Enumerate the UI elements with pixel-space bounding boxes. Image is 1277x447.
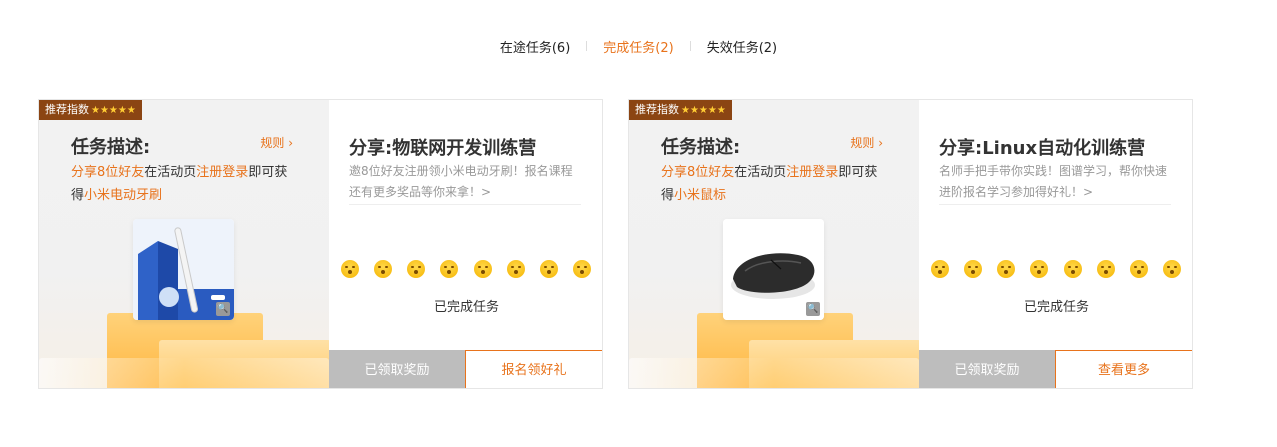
task-panel: 推荐指数 ★★★★★ 任务描述: 规则 › 分享8位好友在活动页注册登录即可获得小… xyxy=(629,100,919,388)
product-image[interactable]: 🔍 xyxy=(723,219,824,320)
rules-link[interactable]: 规则 › xyxy=(260,134,293,151)
task-card-linux: 推荐指数 ★★★★★ 任务描述: 规则 › 分享8位好友在活动页注册登录即可获得小… xyxy=(628,99,1193,389)
star-rating-icon: ★★★★★ xyxy=(91,105,136,116)
reward-claimed-button: 已领取奖励 xyxy=(329,350,465,388)
desc-highlight: 注册登录 xyxy=(786,165,839,180)
task-title: 任务描述: xyxy=(71,137,151,158)
share-panel: 分享:物联网开发训练营 邀8位好友注册领小米电动牙刷！报名课程还有更多奖品等你来… xyxy=(329,100,602,388)
emoji-face-icon xyxy=(1162,260,1181,278)
invited-friends-row xyxy=(341,260,591,278)
emoji-face-icon xyxy=(572,260,591,278)
share-panel: 分享:Linux自动化训练营 名师手把手带你实践！图谱学习，帮你快速进阶报名学习… xyxy=(919,100,1192,388)
view-more-button[interactable]: 查看更多 xyxy=(1055,350,1192,388)
desc-highlight: 分享8位好友 xyxy=(71,165,145,180)
reward-name: 小米鼠标 xyxy=(674,188,727,203)
task-description: 分享8位好友在活动页注册登录即可获得小米鼠标 xyxy=(661,161,886,207)
task-title: 任务描述: xyxy=(661,137,741,158)
emoji-face-icon xyxy=(997,260,1016,278)
emoji-face-icon xyxy=(440,260,459,278)
task-tabs: 在途任务(6) 完成任务(2) 失效任务(2) xyxy=(0,36,1277,56)
emoji-face-icon xyxy=(506,260,525,278)
tab-in-progress[interactable]: 在途任务(6) xyxy=(500,37,570,56)
desc-text: 在活动页 xyxy=(144,165,197,180)
desc-highlight: 分享8位好友 xyxy=(661,165,735,180)
emoji-face-icon xyxy=(964,260,983,278)
signup-gift-button[interactable]: 报名领好礼 xyxy=(465,350,602,388)
recommend-badge: 推荐指数 ★★★★★ xyxy=(39,100,142,120)
recommend-badge: 推荐指数 ★★★★★ xyxy=(629,100,732,120)
star-rating-icon: ★★★★★ xyxy=(681,105,726,116)
task-status: 已完成任务 xyxy=(433,300,499,315)
desc-text: 在活动页 xyxy=(734,165,787,180)
zoom-icon[interactable]: 🔍 xyxy=(216,302,230,316)
rules-link[interactable]: 规则 › xyxy=(850,134,883,151)
product-image[interactable]: 🔍 xyxy=(133,219,234,320)
emoji-face-icon xyxy=(931,260,949,278)
emoji-face-icon xyxy=(407,260,426,278)
podium-glow xyxy=(39,358,329,388)
task-status: 已完成任务 xyxy=(1023,300,1089,315)
divider xyxy=(349,204,581,205)
invited-friends-row xyxy=(931,260,1181,278)
desc-highlight: 注册登录 xyxy=(196,165,249,180)
task-card-iot: 推荐指数 ★★★★★ 任务描述: 规则 › 分享8位好友在活动页注册登录即可获得小… xyxy=(38,99,603,389)
share-description-link[interactable]: 名师手把手带你实践！图谱学习，帮你快速进阶报名学习参加得好礼！> xyxy=(939,161,1171,203)
emoji-face-icon xyxy=(341,260,359,278)
zoom-icon[interactable]: 🔍 xyxy=(806,302,820,316)
emoji-face-icon xyxy=(1129,260,1148,278)
divider xyxy=(939,204,1171,205)
share-description-link[interactable]: 邀8位好友注册领小米电动牙刷！报名课程还有更多奖品等你来拿！> xyxy=(349,161,581,203)
emoji-face-icon xyxy=(539,260,558,278)
reward-name: 小米电动牙刷 xyxy=(84,188,163,203)
share-title: 分享:物联网开发训练营 xyxy=(349,138,537,159)
tab-divider xyxy=(689,41,691,51)
podium-glow xyxy=(629,358,919,388)
tab-completed[interactable]: 完成任务(2) xyxy=(603,37,673,56)
tab-expired[interactable]: 失效任务(2) xyxy=(707,37,777,56)
share-title: 分享:Linux自动化训练营 xyxy=(939,138,1146,159)
reward-claimed-button: 已领取奖励 xyxy=(919,350,1055,388)
emoji-face-icon xyxy=(1030,260,1049,278)
task-panel: 推荐指数 ★★★★★ 任务描述: 规则 › 分享8位好友在活动页注册登录即可获得小… xyxy=(39,100,329,388)
recommend-label: 推荐指数 xyxy=(45,103,89,116)
emoji-face-icon xyxy=(1096,260,1115,278)
task-description: 分享8位好友在活动页注册登录即可获得小米电动牙刷 xyxy=(71,161,296,207)
emoji-face-icon xyxy=(473,260,492,278)
tab-divider xyxy=(586,41,588,51)
emoji-face-icon xyxy=(1063,260,1082,278)
recommend-label: 推荐指数 xyxy=(635,103,679,116)
emoji-face-icon xyxy=(374,260,393,278)
